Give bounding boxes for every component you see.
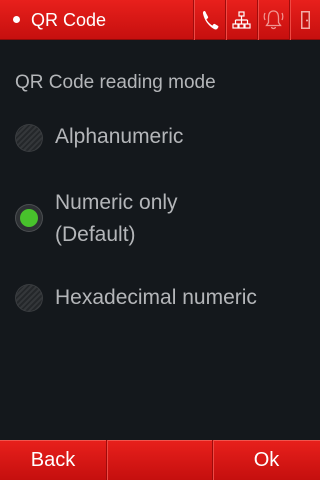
middle-soft-key[interactable] xyxy=(107,440,213,480)
option-hexadecimal[interactable]: Hexadecimal numeric xyxy=(0,282,320,316)
option-label-line1: Numeric only xyxy=(55,191,178,214)
back-button[interactable]: Back xyxy=(0,440,107,480)
radio-button-selected[interactable] xyxy=(15,204,43,232)
option-label: Alphanumeric xyxy=(55,125,184,148)
title-bullet xyxy=(13,16,20,23)
screen: QR Code QR Code reading mode Alphanumeri… xyxy=(0,0,320,480)
selected-indicator xyxy=(20,209,38,227)
option-alphanumeric[interactable]: Alphanumeric xyxy=(0,121,320,155)
option-label-line2: (Default) xyxy=(55,223,136,246)
section-title: QR Code reading mode xyxy=(15,72,216,93)
radio-button[interactable] xyxy=(15,124,43,152)
option-label: Hexadecimal numeric xyxy=(55,286,257,309)
soft-key-bar: Back Ok xyxy=(0,440,320,480)
network-icon[interactable] xyxy=(225,0,257,40)
phone-icon[interactable] xyxy=(193,0,225,40)
exit-icon[interactable] xyxy=(289,0,320,40)
title-bar: QR Code xyxy=(0,0,320,40)
ok-button[interactable]: Ok xyxy=(213,440,320,480)
alarm-icon[interactable] xyxy=(257,0,289,40)
page-title: QR Code xyxy=(31,10,107,30)
option-numeric-only[interactable]: Numeric only (Default) xyxy=(0,187,320,253)
radio-button[interactable] xyxy=(15,284,43,312)
option-label: Numeric only (Default) xyxy=(55,187,178,251)
